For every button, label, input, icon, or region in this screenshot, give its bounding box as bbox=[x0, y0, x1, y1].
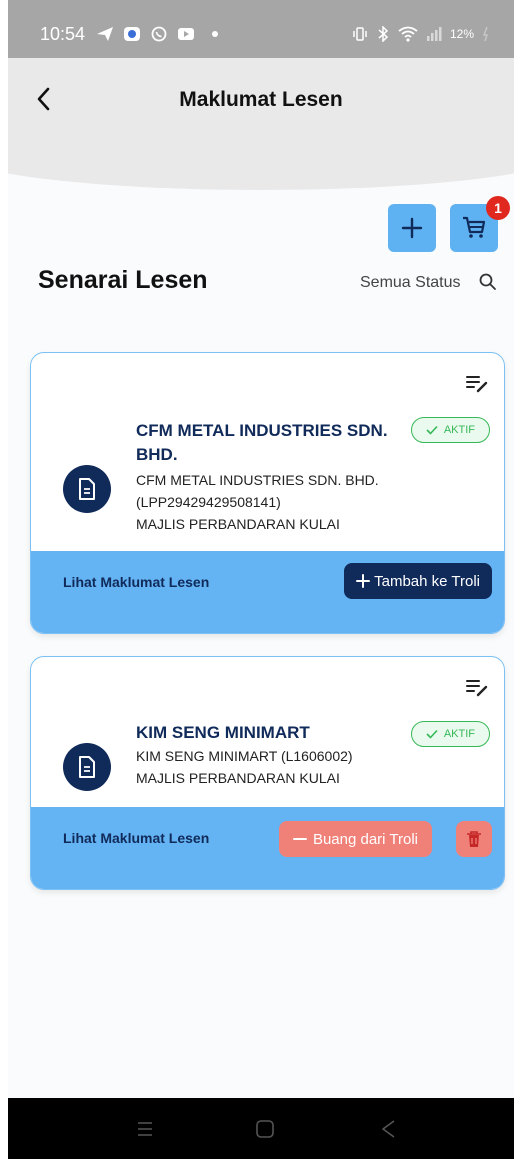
send-icon bbox=[97, 27, 113, 41]
card-footer: Lihat Maklumat Lesen Buang dari Troli bbox=[31, 807, 504, 889]
edit-list-icon[interactable] bbox=[464, 371, 490, 395]
license-number: (LPP29429429508141) bbox=[136, 494, 281, 510]
plus-icon bbox=[401, 217, 423, 239]
view-license-link[interactable]: Lihat Maklumat Lesen bbox=[63, 830, 209, 846]
page-title: Maklumat Lesen bbox=[179, 88, 343, 111]
recents-icon[interactable] bbox=[132, 1116, 158, 1142]
signal-icon bbox=[426, 27, 442, 41]
add-to-cart-button[interactable]: Tambah ke Troli bbox=[344, 563, 492, 599]
battery-percent: 12% bbox=[449, 27, 474, 41]
edit-list-icon[interactable] bbox=[464, 675, 490, 699]
remove-from-cart-label: Buang dari Troli bbox=[312, 830, 418, 848]
card-footer: Lihat Maklumat Lesen Tambah ke Troli bbox=[31, 551, 504, 633]
status-bar: 10:54 12% bbox=[8, 0, 514, 58]
cart-count-badge: 1 bbox=[486, 196, 510, 220]
add-license-button[interactable] bbox=[388, 204, 436, 252]
status-badge-label: AKTIF bbox=[443, 728, 475, 740]
minus-icon bbox=[292, 838, 307, 840]
status-filter[interactable]: Semua Status bbox=[360, 274, 461, 292]
notification-icons bbox=[96, 26, 218, 42]
license-details: CFM METAL INDUSTRIES SDN. BHD. (LPP29429… bbox=[136, 469, 396, 535]
app-screen: 10:54 12% Maklumat Lesen 1 Senarai Lesen… bbox=[8, 0, 514, 1159]
license-card: KIM SENG MINIMART AKTIF KIM SENG MINIMAR… bbox=[30, 656, 505, 890]
section-title: Senarai Lesen bbox=[38, 266, 208, 294]
system-nav-bar bbox=[8, 1098, 514, 1159]
license-authority: MAJLIS PERBANDARAN KULAI bbox=[136, 770, 340, 786]
check-icon bbox=[426, 729, 438, 739]
header-curve bbox=[8, 110, 514, 190]
youtube-icon bbox=[178, 28, 194, 40]
record-icon bbox=[124, 27, 140, 41]
whatsapp-icon bbox=[151, 26, 167, 42]
remove-from-cart-button[interactable]: Buang dari Troli bbox=[278, 821, 432, 857]
license-authority: MAJLIS PERBANDARAN KULAI bbox=[136, 516, 340, 532]
delete-button[interactable] bbox=[456, 821, 492, 857]
check-icon bbox=[426, 425, 438, 435]
plus-icon bbox=[356, 574, 371, 588]
license-details: KIM SENG MINIMART (L1606002) MAJLIS PERB… bbox=[136, 745, 396, 789]
license-name: CFM METAL INDUSTRIES SDN. BHD. bbox=[136, 421, 388, 464]
status-badge-label: AKTIF bbox=[443, 424, 475, 436]
license-company: KIM SENG MINIMART (L1606002) bbox=[136, 748, 353, 764]
vibrate-icon bbox=[353, 27, 367, 41]
cart-icon bbox=[463, 216, 486, 238]
system-icons: 12% bbox=[352, 26, 490, 42]
bluetooth-icon bbox=[378, 26, 389, 42]
home-icon[interactable] bbox=[252, 1116, 278, 1142]
view-license-link[interactable]: Lihat Maklumat Lesen bbox=[63, 574, 209, 590]
document-icon bbox=[63, 465, 111, 513]
document-icon bbox=[63, 743, 111, 791]
more-notifications-dot bbox=[212, 31, 218, 37]
search-icon[interactable] bbox=[478, 272, 498, 292]
status-time: 10:54 bbox=[40, 24, 86, 44]
trash-icon bbox=[467, 831, 481, 847]
battery-icon bbox=[482, 26, 488, 42]
license-company: CFM METAL INDUSTRIES SDN. BHD. bbox=[136, 472, 379, 488]
nav-back-icon[interactable] bbox=[376, 1116, 402, 1142]
add-to-cart-label: Tambah ke Troli bbox=[374, 572, 480, 590]
wifi-icon bbox=[398, 26, 418, 42]
status-badge: AKTIF bbox=[410, 721, 490, 747]
license-name: KIM SENG MINIMART bbox=[136, 723, 310, 742]
status-badge: AKTIF bbox=[410, 417, 490, 443]
license-card: CFM METAL INDUSTRIES SDN. BHD. AKTIF CFM… bbox=[30, 352, 505, 634]
